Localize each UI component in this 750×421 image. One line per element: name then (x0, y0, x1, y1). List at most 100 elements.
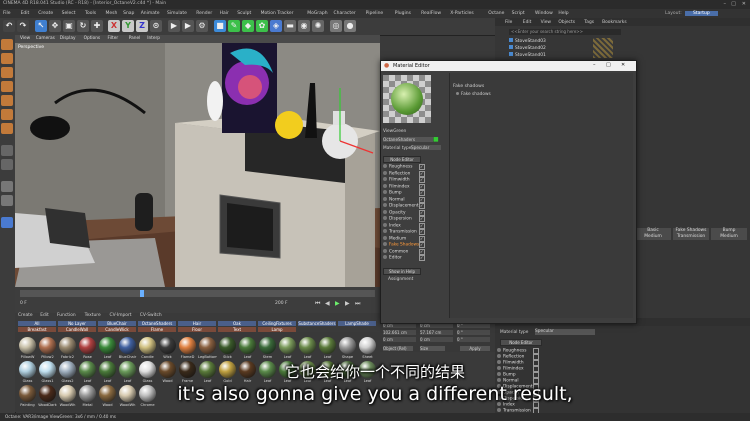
channel-bump[interactable]: Bump ✓ (383, 190, 433, 196)
y-axis-icon[interactable]: Y (122, 20, 134, 32)
menu-edit[interactable]: Edit (21, 11, 30, 16)
object-search[interactable]: <<Enter your search string here>> (509, 29, 621, 35)
channel-checkbox[interactable]: ✓ (419, 235, 425, 242)
material-filter-no layer[interactable]: No Layer (58, 321, 96, 326)
channel-checkbox[interactable]: ✓ (419, 183, 425, 190)
viewport-menu-cameras[interactable]: Cameras (36, 36, 55, 41)
lock-workplane-icon[interactable] (1, 195, 13, 206)
menu-pipeline[interactable]: Pipeline (366, 11, 384, 16)
channel-displacement[interactable]: Displacement ✓ (383, 203, 433, 209)
material-swatch[interactable] (259, 337, 276, 354)
menu-window[interactable]: Window (535, 11, 553, 16)
object-menu-objects[interactable]: Objects (558, 20, 575, 25)
menu-create[interactable]: Create (38, 11, 53, 16)
render-settings-icon[interactable]: ⚙ (196, 20, 208, 32)
channel-roughness[interactable]: Roughness ✓ (383, 164, 433, 170)
menu-simulate[interactable]: Simulate (167, 11, 187, 16)
select-icon[interactable]: ↖ (35, 20, 47, 32)
viewport-menu-options[interactable]: Options (84, 36, 101, 41)
object-row[interactable]: StoveStand03 (509, 38, 629, 45)
render-picture-viewer-icon[interactable]: ▶ (182, 20, 194, 32)
menu-octane[interactable]: Octane (488, 11, 504, 16)
material-filter-bluechair[interactable]: BlueChair (98, 321, 136, 326)
z-axis-icon[interactable]: Z (136, 20, 148, 32)
octane-icon[interactable]: ◎ (330, 20, 342, 32)
go-end-icon[interactable]: ⏭ (355, 300, 360, 308)
octane-check-icon[interactable]: ■ (433, 136, 439, 143)
material-swatch[interactable] (199, 337, 216, 354)
material-swatch[interactable] (319, 337, 336, 354)
viewport-menu-view[interactable]: View (20, 36, 30, 41)
material-name[interactable]: ViewGreen (383, 129, 406, 134)
timeline-playhead[interactable] (140, 290, 144, 297)
channel-checkbox[interactable]: ✓ (419, 177, 425, 183)
channel-checkbox[interactable]: ✓ (419, 229, 425, 235)
material-swatch[interactable] (179, 337, 196, 354)
coords-mode-select[interactable]: Object (Rel) (383, 346, 413, 351)
channel-common[interactable]: Common ✓ (383, 248, 433, 255)
material-filter-hair[interactable]: Hair (178, 321, 216, 326)
model-mode-icon[interactable] (1, 53, 13, 64)
viewport-menu-panel[interactable]: Panel (129, 36, 141, 41)
menu-plugins[interactable]: Plugins (395, 11, 411, 16)
play-icon[interactable]: ▶ (335, 300, 340, 307)
material-filter-lampshade[interactable]: LampShade (338, 321, 376, 326)
coordinate-field[interactable]: 0 cm (383, 337, 416, 342)
material-swatch[interactable] (239, 337, 256, 354)
material-menu-cv-import[interactable]: CV-Import (110, 313, 132, 318)
material-filter-all[interactable]: All (18, 321, 56, 326)
material-menu-function[interactable]: Function (57, 313, 76, 318)
channel-checkbox[interactable]: ✓ (419, 209, 425, 216)
menu-x-particles[interactable]: X-Particles (450, 11, 473, 16)
channel-checkbox[interactable]: ✓ (419, 248, 425, 255)
timeline[interactable]: 0 F 200 F ⏮ ◀ ▶ ▶ ⏭ (15, 287, 380, 313)
viewport[interactable]: Perspective (15, 43, 380, 287)
channel-checkbox[interactable]: ✓ (419, 222, 425, 229)
tweak-mode-icon[interactable] (1, 159, 13, 170)
menu-motion-tracker[interactable]: Motion Tracker (261, 11, 294, 16)
attr-tab-transmission[interactable]: Transmission (673, 234, 709, 240)
material-swatch[interactable] (139, 337, 156, 354)
channel-checkbox[interactable]: ✓ (419, 190, 425, 196)
material-filter-octaneshaders[interactable]: OctaneShaders (138, 321, 176, 326)
coordinate-field[interactable]: 102.661 cm (383, 330, 416, 335)
menu-character[interactable]: Character (334, 11, 356, 16)
menu-snap[interactable]: Snap (123, 11, 134, 16)
scale-icon[interactable]: ▣ (63, 20, 75, 32)
axis-mode-icon[interactable] (1, 145, 13, 156)
material-filter-substanceshaders[interactable]: SubstanceShaders (298, 321, 336, 326)
coordinate-system-icon[interactable]: ⊙ (150, 20, 162, 32)
attr-tab-medium[interactable]: Medium (635, 234, 671, 240)
menu-mograph[interactable]: MoGraph (307, 11, 327, 16)
x-axis-icon[interactable]: X (108, 20, 120, 32)
object-row[interactable]: StoveStand01 (509, 52, 629, 59)
maximize-icon[interactable]: □ (731, 1, 736, 7)
light-icon[interactable]: ✺ (312, 20, 324, 32)
menu-animate[interactable]: Animate (141, 11, 160, 16)
maximize-icon[interactable]: □ (606, 62, 611, 68)
coordinate-field[interactable]: 0 cm (420, 337, 453, 342)
minimize-icon[interactable]: – (724, 1, 727, 7)
channel-filmindex[interactable]: Filmindex ✓ (383, 183, 433, 190)
material-menu-texture[interactable]: Texture (85, 313, 101, 318)
material-filter-oak[interactable]: Oak (218, 321, 256, 326)
deformer-icon[interactable]: ◈ (270, 20, 282, 32)
octane-live-icon[interactable]: ● (344, 20, 356, 32)
channel-transmission[interactable]: Transmission ✓ (383, 229, 433, 235)
menu-tools[interactable]: Tools (85, 11, 96, 16)
menu-script[interactable]: Script (512, 11, 525, 16)
minimize-icon[interactable]: – (593, 62, 596, 68)
material-swatch[interactable] (299, 337, 316, 354)
object-menu-file[interactable]: File (505, 20, 512, 25)
coordinate-field[interactable]: 57.167 cm (420, 330, 453, 335)
channel-checkbox[interactable]: ✓ (419, 170, 425, 177)
cube-icon[interactable]: ■ (214, 20, 226, 32)
material-swatch[interactable] (219, 337, 236, 354)
material-filter-ceilingfixtures[interactable]: CeilingFixtures (258, 321, 296, 326)
menu-help[interactable]: Help (558, 11, 568, 16)
layout-select[interactable]: Startup (685, 10, 718, 16)
menu-file[interactable]: File (3, 11, 11, 16)
material-swatch[interactable] (39, 337, 56, 354)
channel-editor[interactable]: Editor ✓ (383, 255, 433, 261)
coordinate-field[interactable]: 0 ° (457, 330, 490, 335)
